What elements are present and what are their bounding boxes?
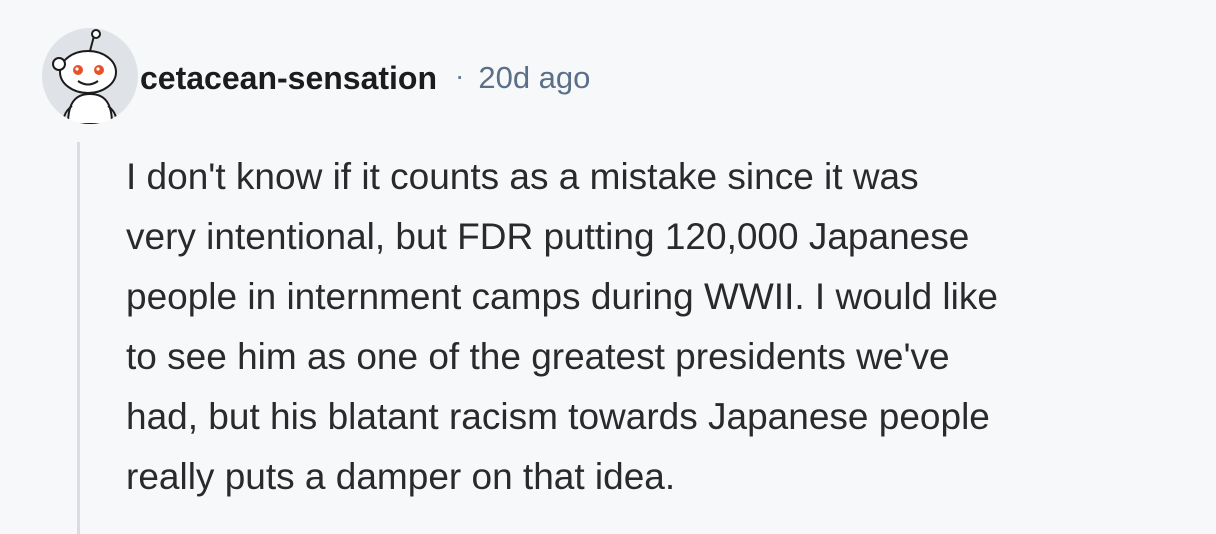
comment-body-line: to see him as one of the greatest presid… [126, 336, 950, 377]
comment-header: cetacean-sensation · 20d ago [140, 56, 590, 100]
reddit-snoo-icon [42, 28, 138, 124]
comment-body: I don't know if it counts as a mistake s… [126, 147, 1186, 507]
comment-body-line: people in internment camps during WWII. … [126, 276, 998, 317]
comment-author[interactable]: cetacean-sensation [140, 60, 437, 97]
comment: cetacean-sensation · 20d ago I don't kno… [0, 0, 1216, 534]
user-avatar[interactable] [42, 28, 138, 124]
comment-body-line: I don't know if it counts as a mistake s… [126, 156, 919, 197]
meta-separator: · [455, 60, 465, 91]
thread-line[interactable] [77, 142, 80, 534]
comment-body-line: had, but his blatant racism towards Japa… [126, 396, 990, 437]
comment-body-line: really puts a damper on that idea. [126, 456, 676, 497]
comment-body-line: very intentional, but FDR putting 120,00… [126, 216, 970, 257]
comment-timestamp[interactable]: 20d ago [478, 60, 590, 96]
